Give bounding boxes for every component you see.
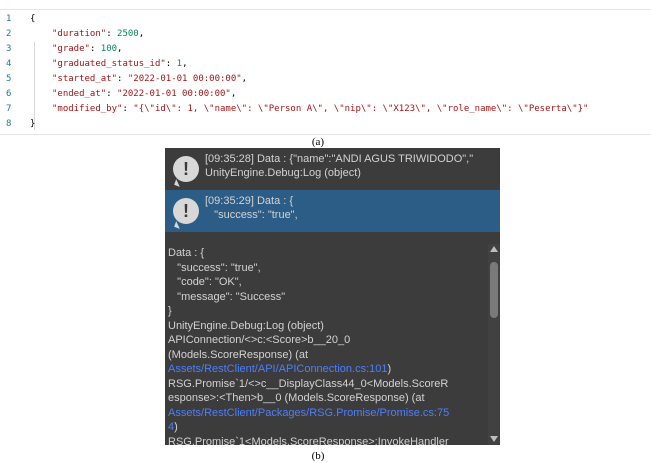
log-entry-1[interactable]: ! [09:35:28] Data : {"name":"ANDI AGUS T… <box>165 148 500 190</box>
code-text: "ended_at": "2022-01-01 00:00:00", <box>52 89 237 99</box>
code-text: "started_at": "2022-01-01 00:00:00", <box>52 74 248 84</box>
source-link[interactable]: Assets/RestClient/API/APIConnection.cs:1… <box>168 363 388 375</box>
stacktrace-detail-pane: Data : { "success": "true", "code": "OK"… <box>165 244 500 445</box>
scroll-thumb[interactable] <box>490 262 498 318</box>
code-text: "graduated_status_id": 1, <box>52 59 188 69</box>
stacktrace-line: "success": "true", <box>168 261 261 274</box>
code-editor-panel: 1{2 "duration": 2500, 3 "grade": 100, 4 "grad… <box>0 9 651 135</box>
stacktrace-line: } <box>168 305 172 317</box>
code-text: "grade": 100, <box>52 44 123 54</box>
log-entry-text: [09:35:28] Data : {"name":"ANDI AGUS TRI… <box>205 153 474 179</box>
stacktrace-line: "message": "Success" <box>168 290 286 303</box>
code-text: "modified_by": "{\"id\": 1, \"name\": \"… <box>52 104 589 114</box>
unity-console: ! [09:35:28] Data : {"name":"ANDI AGUS T… <box>165 148 500 445</box>
code-line: 2 "duration": 2500, <box>0 27 651 42</box>
stacktrace-line: RSG.Promise`1/<>c__DisplayClass44_0<Mode… <box>168 377 449 390</box>
line-number: 5 <box>6 74 12 84</box>
line-number: 3 <box>6 44 12 54</box>
stacktrace-line[interactable]: 4) <box>168 420 486 435</box>
stacktrace-line: RSG.Promise`1<Models.ScoreResponse>:Invo… <box>168 435 449 446</box>
code-line: 4 "graduated_status_id": 1, <box>0 57 651 72</box>
detail-scrollbar[interactable] <box>488 244 500 445</box>
line-number: 4 <box>6 59 12 69</box>
warning-exclamation-icon: ! <box>173 198 199 224</box>
line-number: 6 <box>6 89 12 99</box>
line-number: 2 <box>6 29 12 39</box>
code-text: "duration": 2500, <box>52 29 145 39</box>
caption-a: (a) <box>311 136 325 148</box>
warning-exclamation-icon: ! <box>173 156 199 182</box>
source-link[interactable]: Assets/RestClient/Packages/RSG.Promise/P… <box>168 407 449 419</box>
line-number: 8 <box>6 119 12 129</box>
code-line: 8} <box>0 117 651 132</box>
stacktrace-line: UnityEngine.Debug:Log (object) <box>168 319 324 332</box>
code-line: 6 "ended_at": "2022-01-01 00:00:00", <box>0 87 651 102</box>
caption-b: (b) <box>311 450 325 462</box>
code-text: } <box>30 119 36 129</box>
stacktrace-line: esponse>:<Then>b__0 (Models.ScoreRespons… <box>168 392 425 404</box>
stacktrace-line: "code": "OK", <box>168 276 242 288</box>
scroll-down-arrow-icon[interactable] <box>490 436 498 442</box>
scroll-up-arrow-icon[interactable] <box>490 246 498 252</box>
code-text: { <box>30 14 36 24</box>
log-entry-text: [09:35:29] Data : { "success": "true", <box>205 195 298 221</box>
line-number: 7 <box>6 104 12 114</box>
code-line: 5 "started_at": "2022-01-01 00:00:00", <box>0 72 651 87</box>
stacktrace-line[interactable]: Assets/RestClient/API/APIConnection.cs:1… <box>168 362 486 377</box>
code-line: 3 "grade": 100, <box>0 42 651 57</box>
stacktrace-text: Data : { "success": "true", "code": "OK"… <box>168 246 486 445</box>
stacktrace-line: Data : { <box>168 247 205 259</box>
stacktrace-line[interactable]: Assets/RestClient/Packages/RSG.Promise/P… <box>168 406 486 421</box>
line-number: 1 <box>6 14 12 24</box>
log-entry-2-selected[interactable]: ! [09:35:29] Data : { "success": "true", <box>165 190 500 232</box>
code-line: 7 "modified_by": "{\"id\": 1, \"name\": \… <box>0 102 651 117</box>
stacktrace-line: (Models.ScoreResponse) (at <box>168 348 309 361</box>
stacktrace-line: APIConnection/<>c:<Score>b__20_0 <box>168 334 351 346</box>
code-line: 1{ <box>0 12 651 27</box>
